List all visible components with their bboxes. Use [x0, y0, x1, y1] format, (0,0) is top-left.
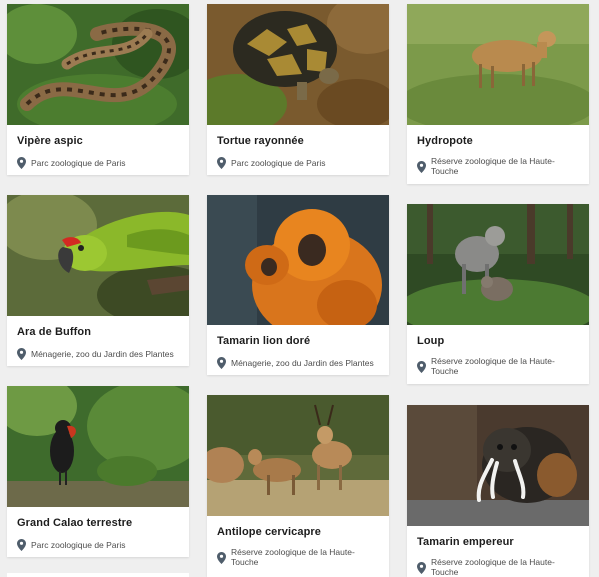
water-deer-photo-image	[407, 4, 589, 125]
location-text: Parc zoologique de Paris	[31, 157, 126, 168]
location-text: Réserve zoologique de la Haute-Touche	[431, 557, 555, 577]
animal-name[interactable]: Tamarin lion doré	[217, 335, 380, 347]
animal-photo[interactable]	[407, 405, 589, 526]
viper-photo-image	[7, 4, 189, 125]
hornbill-photo-image	[7, 386, 189, 507]
golden-tamarin-photo-image	[207, 195, 389, 325]
location-text: Réserve zoologique de la Haute-Touche	[231, 547, 355, 567]
animal-card-tamarin-empereur[interactable]: Tamarin empereur Réserve zoologique de l…	[407, 405, 589, 577]
location-pin-icon	[17, 348, 26, 360]
animal-photo[interactable]	[407, 204, 589, 325]
animal-name[interactable]: Hydropote	[417, 135, 580, 147]
animal-card-vipere-aspic[interactable]: Vipère aspic Parc zoologique de Paris	[7, 4, 189, 175]
location-text: Ménagerie, zoo du Jardin des Plantes	[31, 348, 174, 359]
animal-location: Ménagerie, zoo du Jardin des Plantes	[17, 347, 180, 360]
animal-name[interactable]: Grand Calao terrestre	[17, 517, 180, 529]
animal-card-tortue-rayonnee[interactable]: Tortue rayonnée Parc zoologique de Paris	[207, 4, 389, 175]
location-text: Ménagerie, zoo du Jardin des Plantes	[231, 357, 374, 368]
animal-card-loup[interactable]: Loup Réserve zoologique de la Haute-Touc…	[407, 204, 589, 384]
animal-name[interactable]: Tamarin empereur	[417, 536, 580, 548]
location-pin-icon	[217, 357, 226, 369]
animal-photo[interactable]	[407, 4, 589, 125]
location-text: Parc zoologique de Paris	[31, 539, 126, 550]
animal-photo[interactable]	[207, 4, 389, 125]
location-text: Réserve zoologique de la Haute-Touche	[431, 156, 555, 176]
animal-name[interactable]: Antilope cervicapre	[217, 526, 380, 538]
animal-photo[interactable]	[207, 395, 389, 516]
animal-card-hydropote[interactable]: Hydropote Réserve zoologique de la Haute…	[407, 4, 589, 184]
next-card-edge	[7, 573, 189, 577]
animal-card-antilope-cervicapre[interactable]: Antilope cervicapre Réserve zoologique d…	[207, 395, 389, 577]
animal-card-grand-calao-terrestre[interactable]: Grand Calao terrestre Parc zoologique de…	[7, 386, 189, 557]
animal-name[interactable]: Loup	[417, 335, 580, 347]
parrot-photo-image	[7, 195, 189, 316]
animal-name[interactable]: Vipère aspic	[17, 135, 180, 147]
animal-location: Ménagerie, zoo du Jardin des Plantes	[217, 356, 380, 369]
animal-location: Réserve zoologique de la Haute-Touche	[417, 557, 580, 577]
emperor-tamarin-photo-image	[407, 405, 589, 526]
wolf-photo-image	[407, 204, 589, 325]
animal-card-tamarin-lion-dore[interactable]: Tamarin lion doré Ménagerie, zoo du Jard…	[207, 195, 389, 375]
animal-location: Parc zoologique de Paris	[217, 156, 380, 169]
animal-photo[interactable]	[7, 195, 189, 316]
animal-name[interactable]: Tortue rayonnée	[217, 135, 380, 147]
animal-location: Réserve zoologique de la Haute-Touche	[417, 156, 580, 176]
animal-name[interactable]: Ara de Buffon	[17, 326, 180, 338]
animal-location: Parc zoologique de Paris	[17, 538, 180, 551]
location-pin-icon	[17, 157, 26, 169]
animal-photo[interactable]	[7, 386, 189, 507]
location-pin-icon	[217, 157, 226, 169]
animal-photo[interactable]	[7, 4, 189, 125]
animal-location: Réserve zoologique de la Haute-Touche	[217, 547, 380, 567]
animal-photo[interactable]	[207, 195, 389, 325]
tortoise-photo-image	[207, 4, 389, 125]
location-pin-icon	[17, 539, 26, 551]
location-pin-icon	[417, 360, 426, 373]
animal-location: Parc zoologique de Paris	[17, 156, 180, 169]
location-pin-icon	[217, 551, 226, 564]
location-text: Parc zoologique de Paris	[231, 157, 326, 168]
animal-location: Réserve zoologique de la Haute-Touche	[417, 356, 580, 376]
location-pin-icon	[417, 561, 426, 574]
animal-card-ara-de-buffon[interactable]: Ara de Buffon Ménagerie, zoo du Jardin d…	[7, 195, 189, 366]
location-pin-icon	[417, 160, 426, 173]
antelope-photo-image	[207, 395, 389, 516]
location-text: Réserve zoologique de la Haute-Touche	[431, 356, 555, 376]
